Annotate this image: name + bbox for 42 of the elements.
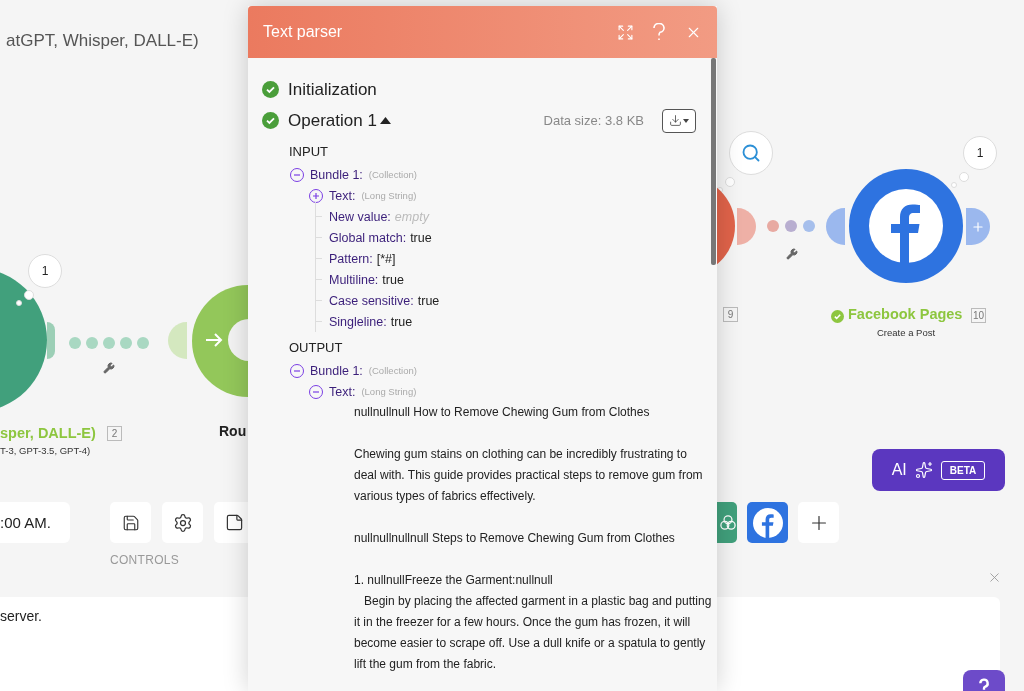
count-bubble: 1 — [951, 136, 997, 188]
field-key: Text: — [329, 188, 356, 203]
section-heading: INPUT — [289, 144, 329, 159]
field-key: Multiline: — [329, 272, 379, 287]
dialog-title: Text parser — [263, 23, 344, 41]
output-paragraph: nullnullnull How to Remove Chewing Gum from Clothes — [354, 404, 651, 421]
module-number: 9 — [723, 307, 738, 322]
module-number: 10 — [971, 308, 986, 323]
field-value: true — [382, 272, 404, 287]
field-key: Global match: — [329, 230, 407, 245]
field-key: Pattern: — [329, 251, 373, 266]
data-size: Data size: 3.8 KB — [543, 113, 644, 128]
section-heading: OUTPUT — [289, 340, 344, 355]
log-message: server. — [0, 608, 42, 624]
module-name: Facebook Pages — [848, 306, 963, 322]
module-name: Rou — [219, 423, 247, 439]
field-key: New value: — [329, 209, 391, 224]
field-key: Singleline: — [329, 314, 387, 329]
field-key: Bundle 1: — [310, 363, 363, 378]
field-key: Case sensitive: — [329, 293, 414, 308]
scenario-title: atGPT, Whisper, DALL-E) — [6, 31, 199, 51]
field-type: (Long String) — [361, 190, 417, 201]
controls-label: CONTROLS — [110, 553, 181, 567]
field-value: [*#] — [376, 251, 396, 266]
count-bubble: 1 — [16, 254, 62, 306]
output-paragraph: nullnullnullnull Steps to Remove Chewing Gum from Clothes — [354, 530, 676, 547]
field-value: true — [390, 314, 413, 329]
module-subtitle: T-3, GPT-3.5, GPT-4) — [0, 445, 91, 456]
field-key: Text: — [329, 384, 356, 399]
field-type: (Collection) — [368, 169, 417, 180]
field-type: (Collection) — [368, 365, 417, 376]
empty-value: empty — [394, 209, 429, 224]
field-type: (Long String) — [361, 386, 417, 397]
beta-badge: BETA — [940, 460, 986, 480]
field-value: true — [417, 293, 440, 308]
module-number: 2 — [107, 426, 122, 441]
output-paragraph: Chewing gum stains on clothing can be incredibly frustrating to deal with. This guide provides practical steps to remove gum from various types of fabrics effectively. — [354, 446, 704, 505]
module-name: sper, DALL-E) — [0, 425, 96, 441]
field-value: true — [410, 230, 432, 245]
module-subtitle: Create a Post — [877, 327, 936, 338]
output-paragraph: 1. nullnullFreeze the Garment:nullnull Begin by placing the affected garment in a plastic bag and putting it in the freezer for a few hours. Once the gum has frozen, it will become easier to scrape off. Use a dull knife or a spatula to gently lift the gum from the fabric. — [354, 572, 712, 673]
field-key: Bundle 1: — [310, 167, 363, 182]
